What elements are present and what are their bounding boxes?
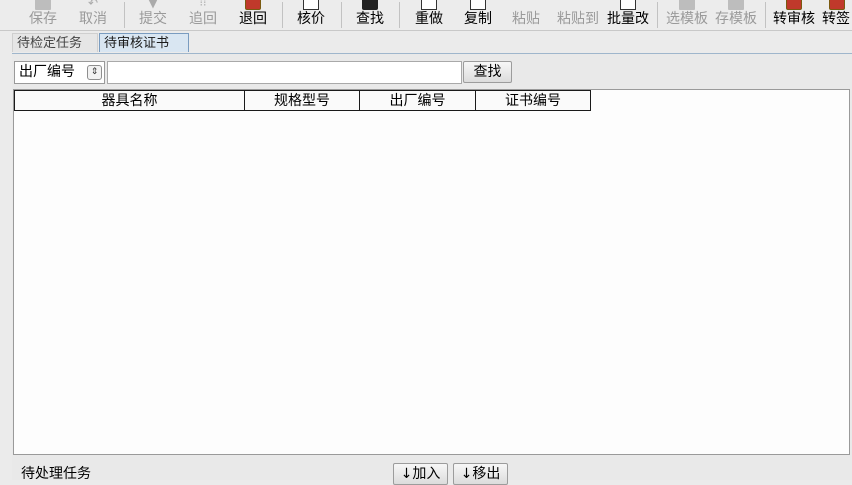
select-template-icon: [679, 0, 695, 10]
column-header-instrument-name[interactable]: 器具名称: [14, 90, 245, 111]
save-template-icon: [728, 0, 744, 10]
tab-pending-verification[interactable]: 待检定任务: [12, 33, 98, 52]
search-input[interactable]: [107, 61, 462, 84]
transfer-sign-icon: [828, 0, 845, 10]
binoculars-icon: [362, 0, 378, 10]
transfer-sign-button[interactable]: 转签: [821, 0, 852, 30]
remove-button[interactable]: ↓移出: [453, 463, 508, 485]
toolbar-separator: [657, 2, 658, 28]
save-template-button[interactable]: 存模板: [713, 0, 759, 30]
paste-to-button[interactable]: 粘贴到: [555, 0, 601, 30]
toolbar-separator: [124, 2, 125, 28]
cancel-button[interactable]: ↶ 取消: [76, 0, 110, 30]
return-icon: [245, 0, 261, 10]
transfer-review-button[interactable]: 转审核: [771, 0, 817, 30]
toolbar-separator: [282, 2, 283, 28]
submit-button[interactable]: ▼ 提交: [136, 0, 170, 30]
redo-icon: [421, 0, 437, 10]
column-header-serial-number[interactable]: 出厂编号: [359, 90, 476, 111]
tab-pending-review-certificates[interactable]: 待审核证书: [99, 33, 189, 52]
column-header-model[interactable]: 规格型号: [244, 90, 360, 111]
select-template-button[interactable]: 选模板: [664, 0, 710, 30]
save-button[interactable]: 保存: [26, 0, 60, 30]
main-panel: 出厂编号 ⇕ 查找 器具名称 规格型号 出厂编号 证书编号 待处理任务 ↓加入 …: [12, 53, 852, 485]
paste-icon: [518, 0, 534, 10]
paste-to-icon: [570, 0, 586, 10]
recall-button[interactable]: ⁝⁝ 追回: [186, 0, 220, 30]
transfer-review-icon: [786, 0, 802, 10]
search-button[interactable]: 查找: [463, 61, 512, 83]
column-header-certificate-number[interactable]: 证书编号: [475, 90, 591, 111]
paste-button[interactable]: 粘贴: [509, 0, 543, 30]
add-button[interactable]: ↓加入: [393, 463, 448, 485]
price-check-icon: [303, 0, 319, 10]
submit-icon: ▼: [148, 0, 158, 10]
find-button[interactable]: 查找: [353, 0, 387, 30]
search-field-select[interactable]: 出厂编号 ⇕: [14, 61, 105, 84]
batch-edit-icon: [620, 0, 636, 10]
save-icon: [35, 0, 51, 10]
pending-tasks-label: 待处理任务: [21, 466, 91, 482]
toolbar-separator: [765, 2, 766, 28]
toolbar-separator: [341, 2, 342, 28]
recall-icon: ⁝⁝: [199, 0, 207, 9]
dropdown-arrow-icon[interactable]: ⇕: [87, 65, 102, 80]
toolbar-separator: [399, 2, 400, 28]
copy-button[interactable]: 复制: [461, 0, 495, 30]
certificate-table: 器具名称 规格型号 出厂编号 证书编号: [13, 89, 850, 455]
undo-icon: ↶: [87, 0, 99, 10]
batch-edit-button[interactable]: 批量改: [605, 0, 651, 30]
pending-tasks-footer: 待处理任务 ↓加入 ↓移出: [12, 460, 852, 485]
price-check-button[interactable]: 核价: [294, 0, 328, 30]
toolbar: 保存 ↶ 取消 ▼ 提交 ⁝⁝ 追回 退回 核价 查找 重做 复制 粘贴 粘贴到: [0, 0, 852, 31]
return-button[interactable]: 退回: [236, 0, 270, 30]
redo-button[interactable]: 重做: [412, 0, 446, 30]
copy-icon: [470, 0, 486, 10]
search-field-value: 出厂编号: [19, 64, 75, 80]
